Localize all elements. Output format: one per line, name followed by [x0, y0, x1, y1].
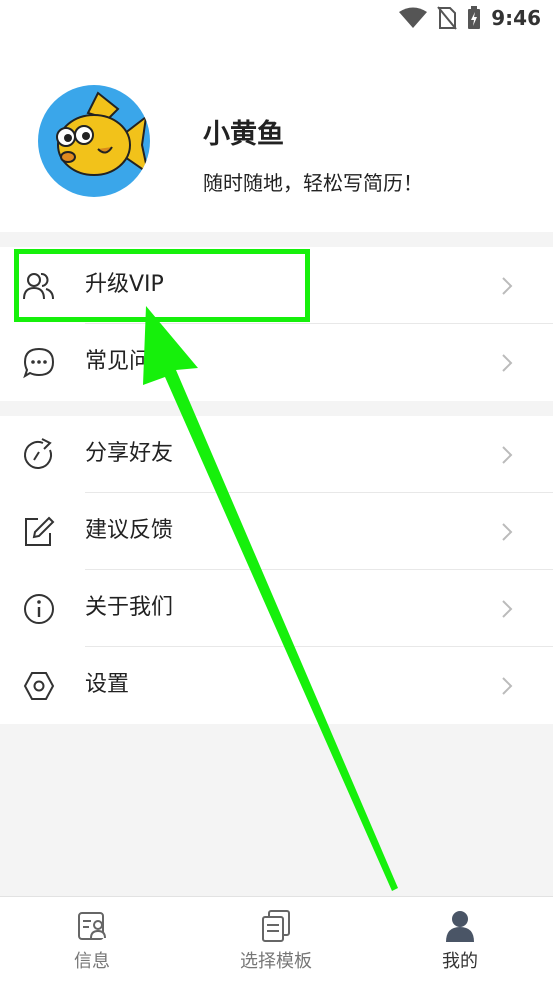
- edit-icon: [25, 516, 55, 546]
- chat-icon: [23, 347, 55, 379]
- menu-item-settings[interactable]: 设置: [0, 647, 553, 724]
- highlight-box: [14, 249, 310, 322]
- settings-icon: [23, 672, 55, 700]
- menu-item-feedback[interactable]: 建议反馈: [0, 493, 553, 570]
- chevron-right-icon: [502, 600, 513, 618]
- menu-item-share[interactable]: 分享好友: [0, 416, 553, 493]
- menu-group-secondary: 分享好友 建议反馈 关于我们 设置: [0, 416, 553, 724]
- status-icons: 9:46: [399, 6, 541, 30]
- fish-icon: [56, 91, 150, 176]
- wifi-icon: [399, 7, 428, 28]
- menu-item-label: 建议反馈: [85, 518, 174, 543]
- status-bar: 9:46: [0, 0, 553, 40]
- menu-item-faq[interactable]: 常见问题: [0, 324, 553, 401]
- templates-icon: [262, 910, 290, 942]
- menu-item-about[interactable]: 关于我们: [0, 570, 553, 647]
- profile-header: 小黄鱼 随时随地，轻松写简历！: [0, 40, 553, 232]
- chevron-right-icon: [502, 277, 513, 295]
- avatar[interactable]: [38, 85, 150, 197]
- menu-item-label: 设置: [85, 672, 130, 697]
- chevron-right-icon: [502, 677, 513, 695]
- user-icon: [446, 911, 474, 942]
- menu-item-label: 分享好友: [85, 441, 174, 466]
- menu-item-label: 关于我们: [85, 595, 174, 620]
- chevron-right-icon: [502, 523, 513, 541]
- chevron-right-icon: [502, 354, 513, 372]
- tab-label: 选择模板: [240, 951, 312, 972]
- status-time: 9:46: [491, 6, 541, 30]
- info-icon: [24, 594, 54, 624]
- tab-label: 信息: [74, 951, 110, 972]
- bottom-tab-bar: 信息 选择模板 我的: [0, 896, 553, 984]
- tab-mine[interactable]: 我的: [368, 897, 552, 984]
- tab-templates[interactable]: 选择模板: [184, 897, 368, 984]
- tab-label: 我的: [442, 951, 478, 972]
- battery-icon: [468, 6, 481, 29]
- chevron-right-icon: [502, 446, 513, 464]
- share-icon: [24, 438, 52, 469]
- no-sim-icon: [437, 6, 458, 30]
- menu-item-label: 常见问题: [85, 349, 174, 374]
- profile-card-icon: [78, 912, 106, 940]
- tab-info[interactable]: 信息: [0, 897, 184, 984]
- profile-slogan: 随时随地，轻松写简历！: [203, 171, 423, 195]
- profile-name: 小黄鱼: [203, 119, 284, 150]
